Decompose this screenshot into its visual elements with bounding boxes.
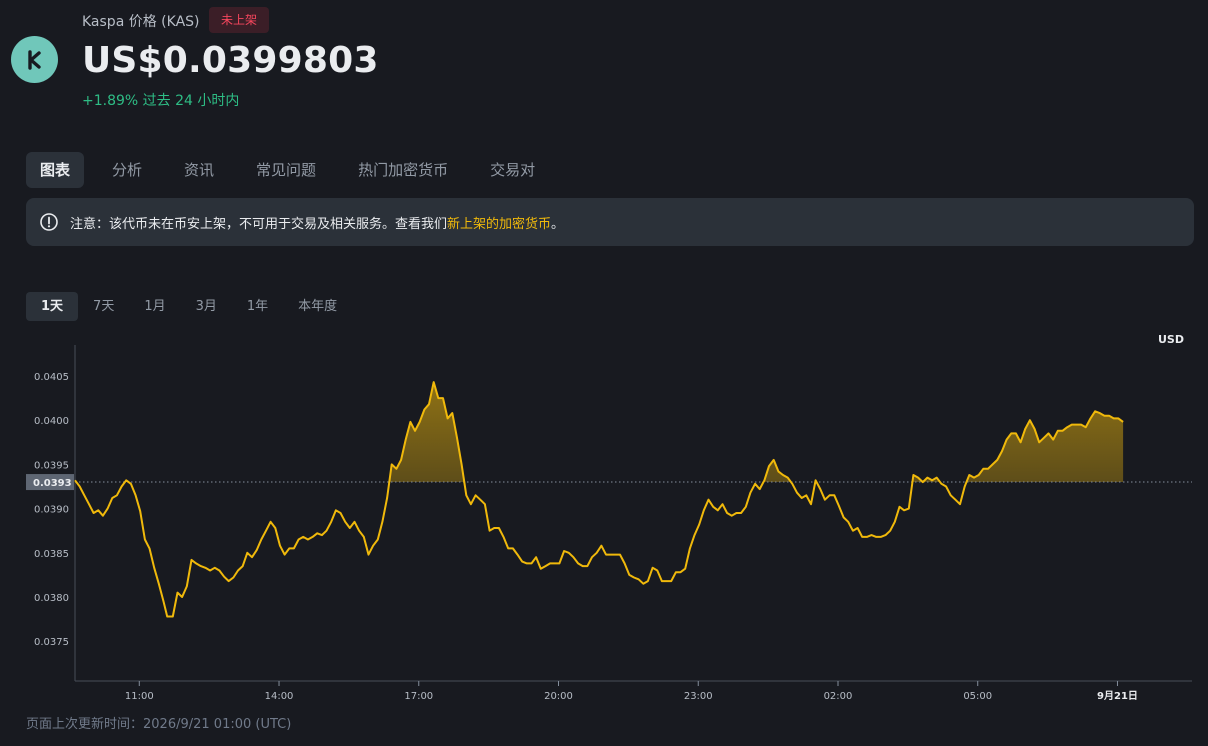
x-tick-label: 11:00 — [125, 691, 154, 700]
price-change: +1.89% 过去 24 小时内 — [82, 93, 240, 109]
new-listings-link[interactable]: 新上架的加密货币 — [447, 213, 551, 232]
x-axis: 11:00 14:00 17:00 20:00 23:00 02:00 05:00 9月21日 — [75, 680, 1192, 700]
tab-faq[interactable]: 常见问题 — [242, 152, 330, 188]
y-tick-label: 0.0405 — [34, 372, 69, 383]
y-tick-label: 0.0385 — [34, 549, 69, 560]
x-tick-label: 9月21日 — [1097, 690, 1138, 700]
unlisted-badge: 未上架 — [209, 7, 270, 33]
y-tick-label: 0.0395 — [34, 460, 69, 471]
range-1y[interactable]: 1年 — [232, 292, 283, 321]
price-line — [74, 381, 1124, 618]
notice-suffix: 。 — [551, 216, 565, 232]
y-tick-label: 0.0375 — [34, 637, 69, 648]
tab-news[interactable]: 资讯 — [170, 152, 228, 188]
area-above-baseline — [75, 382, 1124, 483]
x-tick-label: 17:00 — [404, 691, 433, 700]
current-price: US$0.0399803 — [82, 40, 379, 81]
y-tick-label: 0.0400 — [34, 416, 69, 427]
range-7d[interactable]: 7天 — [78, 292, 129, 321]
range-3m[interactable]: 3月 — [181, 292, 232, 321]
x-tick-label: 23:00 — [684, 691, 713, 700]
baseline-tag-label: 0.0393 — [33, 478, 72, 489]
x-tick-label: 14:00 — [265, 691, 294, 700]
range-ytd[interactable]: 本年度 — [283, 292, 352, 321]
tab-analysis[interactable]: 分析 — [98, 152, 156, 188]
range-1d[interactable]: 1天 — [26, 292, 79, 321]
notice-text: 注意：该代币未在币安上架，不可用于交易及相关服务。查看我们 — [70, 216, 448, 232]
baseline-price-tag: 0.0393 — [26, 474, 74, 491]
x-tick-label: 02:00 — [824, 691, 853, 700]
notice-banner: 注意：该代币未在币安上架，不可用于交易及相关服务。查看我们 新上架的加密货币。 — [26, 198, 1194, 246]
kaspa-k-icon — [27, 49, 41, 70]
y-tick-label: 0.0380 — [34, 593, 69, 604]
price-chart[interactable]: USD 0.0375 0.0380 0.0385 0.0390 0.0395 0.0400… — [0, 330, 1208, 700]
tab-chart[interactable]: 图表 — [26, 152, 85, 188]
x-tick-label: 20:00 — [544, 691, 573, 700]
range-1m[interactable]: 1月 — [129, 292, 180, 321]
kaspa-logo — [11, 36, 58, 83]
tab-trading-pairs[interactable]: 交易对 — [476, 152, 549, 188]
y-axis: 0.0375 0.0380 0.0385 0.0390 0.0395 0.0400 0.04… — [34, 345, 76, 681]
y-tick-label: 0.0390 — [34, 505, 69, 516]
last-updated: 页面上次更新时间：2026/9/21 01:00 (UTC) — [26, 713, 291, 732]
section-tabs: 图表 分析 资讯 常见问题 热门加密货币 交易对 — [26, 152, 563, 188]
info-icon — [40, 213, 58, 231]
last-updated-value: 2026/9/21 01:00 (UTC) — [143, 717, 292, 732]
coin-name: Kaspa 价格 (KAS) — [82, 14, 200, 30]
currency-label: USD — [1158, 333, 1184, 346]
tab-trending-crypto[interactable]: 热门加密货币 — [344, 152, 462, 188]
time-range-selector: 1天 7天 1月 3月 1年 本年度 — [26, 292, 352, 321]
last-updated-label: 页面上次更新时间： — [26, 717, 144, 732]
x-tick-label: 05:00 — [963, 691, 992, 700]
